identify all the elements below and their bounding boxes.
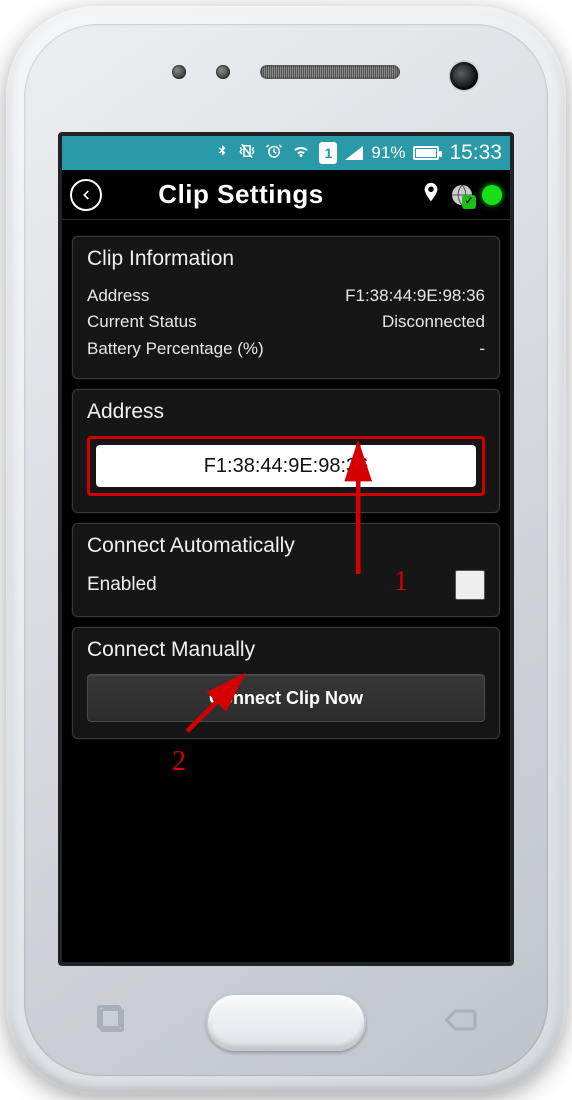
manual-connect-card: Connect Manually Connect Clip Now: [72, 627, 500, 739]
status-bar: 1 91% 15:33: [62, 136, 510, 170]
sim-slot-badge: 1: [319, 142, 337, 164]
phone-inner: 1 91% 15:33 Clip Settings: [24, 24, 548, 1076]
info-row-battery: Battery Percentage (%) -: [87, 336, 485, 362]
earpiece-speaker-icon: [260, 65, 400, 79]
battery-icon: [413, 146, 439, 160]
phone-frame: 1 91% 15:33 Clip Settings: [6, 6, 566, 1094]
auto-connect-card: Connect Automatically Enabled: [72, 523, 500, 617]
address-title: Address: [87, 400, 485, 424]
screen: 1 91% 15:33 Clip Settings: [58, 132, 514, 966]
address-field-highlight: F1:38:44:9E:98:36: [87, 436, 485, 496]
info-value: -: [479, 336, 485, 362]
info-row-address: Address F1:38:44:9E:98:36: [87, 283, 485, 309]
manual-connect-title: Connect Manually: [87, 638, 485, 662]
wifi-icon: [291, 142, 311, 165]
battery-percent: 91%: [371, 143, 405, 163]
info-label: Battery Percentage (%): [87, 336, 264, 362]
location-pin-icon[interactable]: [420, 181, 442, 208]
enabled-checkbox[interactable]: [455, 570, 485, 600]
clip-info-title: Clip Information: [87, 247, 485, 271]
info-value: Disconnected: [382, 309, 485, 335]
check-icon: ✓: [462, 195, 476, 209]
app-bar: Clip Settings ✓: [62, 170, 510, 220]
info-row-status: Current Status Disconnected: [87, 309, 485, 335]
home-button[interactable]: [206, 993, 366, 1051]
bluetooth-icon: [215, 142, 229, 165]
address-card: Address F1:38:44:9E:98:36: [72, 389, 500, 513]
clock: 15:33: [449, 141, 502, 165]
light-sensor-icon: [216, 65, 230, 79]
globe-status-icon[interactable]: ✓: [450, 183, 474, 207]
page-title: Clip Settings: [70, 179, 412, 210]
hardware-back-button[interactable]: [442, 1002, 478, 1043]
alarm-icon: [265, 142, 283, 165]
earpiece-row: [40, 40, 532, 104]
info-value: F1:38:44:9E:98:36: [345, 283, 485, 309]
content-area: Clip Information Address F1:38:44:9E:98:…: [62, 220, 510, 739]
connection-led-icon: [482, 185, 502, 205]
vibrate-icon: [237, 142, 257, 165]
front-camera-icon: [450, 62, 478, 90]
auto-connect-title: Connect Automatically: [87, 534, 485, 558]
proximity-sensor-icon: [172, 65, 186, 79]
connect-clip-now-button[interactable]: Connect Clip Now: [87, 674, 485, 722]
hardware-buttons: [24, 982, 548, 1062]
clip-information-card: Clip Information Address F1:38:44:9E:98:…: [72, 236, 500, 379]
signal-icon: [345, 146, 363, 160]
address-input[interactable]: F1:38:44:9E:98:36: [96, 445, 476, 487]
recents-button[interactable]: [94, 1002, 130, 1043]
info-label: Current Status: [87, 309, 197, 335]
status-icons: 1: [215, 142, 363, 165]
annotation-2: 2: [172, 746, 186, 778]
info-label: Address: [87, 283, 149, 309]
enabled-label: Enabled: [87, 574, 157, 596]
enabled-row: Enabled: [87, 570, 485, 600]
